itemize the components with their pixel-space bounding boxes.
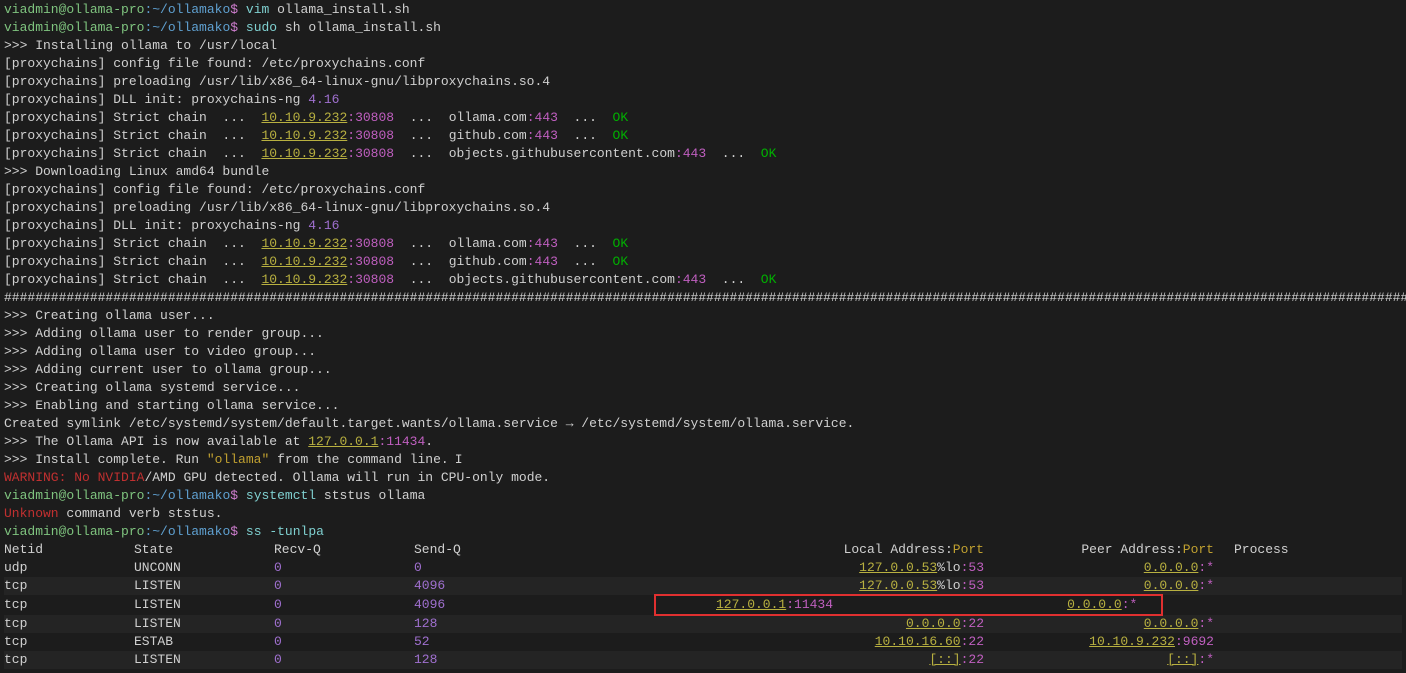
prompt-line-4: viadmin@ollama-pro:~/ollamako$ ss -tunlp… <box>4 523 1402 541</box>
symlink-line: Created symlink /etc/systemd/system/defa… <box>4 415 1402 433</box>
ss-row: tcpLISTEN01280.0.0.0:220.0.0.0:* <box>4 615 1402 633</box>
install-step: >>> Adding ollama user to render group..… <box>4 325 1402 343</box>
proxychain-line: [proxychains] Strict chain ... 10.10.9.2… <box>4 145 1402 163</box>
proxychain-line: [proxychains] Strict chain ... 10.10.9.2… <box>4 127 1402 145</box>
install-step: >>> Enabling and starting ollama service… <box>4 397 1402 415</box>
ss-row: udpUNCONN00127.0.0.53%lo:530.0.0.0:* <box>4 559 1402 577</box>
ss-row: tcpLISTEN0128[::]:22[::]:* <box>4 651 1402 669</box>
install-step: >>> Creating ollama user... <box>4 307 1402 325</box>
pc-config-2: [proxychains] config file found: /etc/pr… <box>4 181 1402 199</box>
proxychain-line: [proxychains] Strict chain ... 10.10.9.2… <box>4 253 1402 271</box>
proxychain-line: [proxychains] Strict chain ... 10.10.9.2… <box>4 271 1402 289</box>
install-complete: >>> Install complete. Run "ollama" from … <box>4 451 1402 469</box>
proxychain-line: [proxychains] Strict chain ... 10.10.9.2… <box>4 109 1402 127</box>
text-cursor-icon: I <box>455 452 463 467</box>
pc-dll-1: [proxychains] DLL init: proxychains-ng 4… <box>4 91 1402 109</box>
pc-dll-2: [proxychains] DLL init: proxychains-ng 4… <box>4 217 1402 235</box>
install-step: >>> Adding current user to ollama group.… <box>4 361 1402 379</box>
install-step: >>> Creating ollama systemd service... <box>4 379 1402 397</box>
pc-config-1: [proxychains] config file found: /etc/pr… <box>4 55 1402 73</box>
ss-row: tcpLISTEN04096127.0.0.53%lo:530.0.0.0:* <box>4 577 1402 595</box>
progress-bar: ########################################… <box>4 289 1402 307</box>
ss-row: tcpLISTEN04096127.0.0.1:11434 0.0.0.0:* <box>4 595 1402 615</box>
downloading-header: >>> Downloading Linux amd64 bundle <box>4 163 1402 181</box>
pc-preload-1: [proxychains] preloading /usr/lib/x86_64… <box>4 73 1402 91</box>
prompt-line-2: viadmin@ollama-pro:~/ollamako$ sudo sh o… <box>4 19 1402 37</box>
ss-row: tcpESTAB05210.10.16.60:2210.10.9.232:969… <box>4 633 1402 651</box>
pc-preload-2: [proxychains] preloading /usr/lib/x86_64… <box>4 199 1402 217</box>
gpu-warning: WARNING: No NVIDIA/AMD GPU detected. Oll… <box>4 469 1402 487</box>
ss-header-row: NetidStateRecv-QSend-QLocal Address:Port… <box>4 541 1402 559</box>
prompt-line-1: viadmin@ollama-pro:~/ollamako$ vim ollam… <box>4 1 1402 19</box>
install-header: >>> Installing ollama to /usr/local <box>4 37 1402 55</box>
prompt-line-3: viadmin@ollama-pro:~/ollamako$ systemctl… <box>4 487 1402 505</box>
proxychain-line: [proxychains] Strict chain ... 10.10.9.2… <box>4 235 1402 253</box>
install-step: >>> Adding ollama user to video group... <box>4 343 1402 361</box>
api-available: >>> The Ollama API is now available at 1… <box>4 433 1402 451</box>
unknown-verb: Unknown command verb ststus. <box>4 505 1402 523</box>
